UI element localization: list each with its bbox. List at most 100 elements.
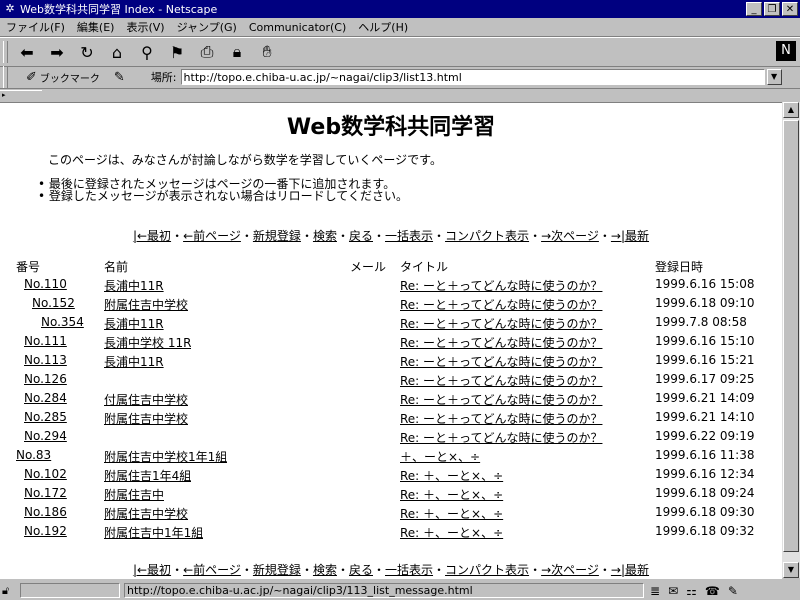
message-number-link[interactable]: No.111 bbox=[24, 334, 67, 348]
menu-file[interactable]: ファイル(F) bbox=[0, 19, 71, 35]
discussion-icon[interactable]: ⚏ bbox=[686, 584, 697, 598]
nav-first[interactable]: |←最初 bbox=[133, 563, 171, 577]
message-number-link[interactable]: No.284 bbox=[24, 391, 67, 405]
scroll-up-icon[interactable]: ▲ bbox=[783, 102, 799, 118]
url-input[interactable]: http://topo.e.chiba-u.ac.jp/~nagai/clip3… bbox=[180, 69, 765, 85]
subject-link[interactable]: Re: ＋、ーと×、÷ bbox=[400, 505, 503, 522]
subject-link[interactable]: Re: ーと＋ってどんな時に使うのか？ bbox=[400, 334, 602, 351]
message-number-link[interactable]: No.102 bbox=[24, 467, 67, 481]
message-number-link[interactable]: No.354 bbox=[41, 315, 84, 329]
bullet-list: • 最後に登録されたメッセージはページの一番下に追加されます。 • 登録したメッ… bbox=[38, 178, 408, 202]
collapsed-toolbar-tab[interactable]: ▸ bbox=[0, 90, 42, 100]
author-name-link[interactable]: 長浦中11R bbox=[104, 353, 164, 370]
nav-back[interactable]: 戻る bbox=[349, 563, 373, 577]
nav-prev[interactable]: ←前ページ bbox=[183, 563, 241, 577]
security-lock-icon[interactable]: 🔓︎ bbox=[2, 584, 16, 598]
author-name-link[interactable]: 長浦中11R bbox=[104, 277, 164, 294]
nav-first[interactable]: |←最初 bbox=[133, 229, 171, 243]
subject-link[interactable]: Re: ーと＋ってどんな時に使うのか？ bbox=[400, 277, 602, 294]
status-message: http://topo.e.chiba-u.ac.jp/~nagai/clip3… bbox=[124, 583, 644, 598]
subject-link[interactable]: Re: ーと＋ってどんな時に使うのか？ bbox=[400, 315, 602, 332]
stop-icon[interactable]: ✋︎ bbox=[252, 40, 282, 64]
nav-next[interactable]: →次ページ bbox=[541, 229, 599, 243]
subject-link[interactable]: Re: ーと＋ってどんな時に使うのか？ bbox=[400, 391, 602, 408]
author-name-link[interactable]: 附属住吉中学校 bbox=[104, 296, 188, 313]
navigator-icon[interactable]: ≣ bbox=[650, 584, 660, 598]
mail-icon[interactable]: ✉ bbox=[668, 584, 678, 598]
toolbar-grip[interactable] bbox=[3, 41, 8, 63]
author-name-link[interactable]: 長浦中学校 11R bbox=[104, 334, 191, 351]
reload-icon[interactable]: ↻ bbox=[72, 40, 102, 64]
menu-communicator[interactable]: Communicator(C) bbox=[243, 21, 352, 34]
subject-link[interactable]: Re: ーと＋ってどんな時に使うのか？ bbox=[400, 296, 602, 313]
message-number-link[interactable]: No.110 bbox=[24, 277, 67, 291]
subject-link[interactable]: Re: ーと＋ってどんな時に使うのか？ bbox=[400, 410, 602, 427]
nav-compact[interactable]: コンパクト表示 bbox=[445, 229, 529, 243]
table-row: No.186 附属住吉中学校 Re: ＋、ーと×、÷ 1999.6.18 09:… bbox=[0, 505, 782, 524]
author-name-link[interactable]: 附属住吉中 bbox=[104, 486, 164, 503]
nav-latest[interactable]: →|最新 bbox=[611, 229, 649, 243]
nav-latest[interactable]: →|最新 bbox=[611, 563, 649, 577]
subject-link[interactable]: Re: ＋、ーと×、÷ bbox=[400, 467, 503, 484]
message-number-link[interactable]: No.294 bbox=[24, 429, 67, 443]
author-name-link[interactable]: 附属住吉中学校 bbox=[104, 410, 188, 427]
nav-back[interactable]: 戻る bbox=[349, 229, 373, 243]
nav-search[interactable]: 検索 bbox=[313, 563, 337, 577]
menu-help[interactable]: ヘルプ(H) bbox=[352, 19, 414, 35]
author-name-link[interactable]: 附属住吉1年4組 bbox=[104, 467, 191, 484]
menu-view[interactable]: 表示(V) bbox=[120, 19, 170, 35]
message-number-link[interactable]: No.113 bbox=[24, 353, 67, 367]
nav-next[interactable]: →次ページ bbox=[541, 563, 599, 577]
location-grip[interactable] bbox=[3, 66, 8, 88]
forward-icon[interactable]: ➡ bbox=[42, 40, 72, 64]
author-name-link[interactable]: 長浦中11R bbox=[104, 315, 164, 332]
message-number-link[interactable]: No.192 bbox=[24, 524, 67, 538]
close-button[interactable]: ✕ bbox=[782, 2, 798, 16]
message-number-link[interactable]: No.152 bbox=[32, 296, 75, 310]
bookmarks-button[interactable]: ✐ ブックマーク bbox=[26, 70, 100, 85]
message-number-link[interactable]: No.285 bbox=[24, 410, 67, 424]
nav-new[interactable]: 新規登録 bbox=[253, 563, 301, 577]
header-subject: タイトル bbox=[400, 260, 449, 274]
subject-link[interactable]: Re: ーと＋ってどんな時に使うのか？ bbox=[400, 372, 602, 389]
subject-link[interactable]: Re: ーと＋ってどんな時に使うのか？ bbox=[400, 353, 602, 370]
scroll-down-icon[interactable]: ▼ bbox=[783, 562, 799, 578]
address-book-icon[interactable]: ☎ bbox=[705, 584, 720, 598]
print-icon[interactable]: ⎙ bbox=[192, 40, 222, 64]
author-name-link[interactable]: 付属住吉中学校 bbox=[104, 391, 188, 408]
intro-text: このページは、みなさんが討論しながら数学を学習していくページです。 bbox=[48, 153, 442, 167]
author-name-link[interactable]: 附属住吉中学校 bbox=[104, 505, 188, 522]
search-icon[interactable]: ⚲ bbox=[132, 40, 162, 64]
vertical-scrollbar[interactable]: ▲ ▼ bbox=[782, 102, 800, 578]
subject-link[interactable]: Re: ーと＋ってどんな時に使うのか？ bbox=[400, 429, 602, 446]
nav-bulk[interactable]: 一括表示 bbox=[385, 229, 433, 243]
message-number-link[interactable]: No.126 bbox=[24, 372, 67, 386]
nav-new[interactable]: 新規登録 bbox=[253, 229, 301, 243]
page-proxy-icon[interactable]: ✎ bbox=[114, 70, 125, 85]
message-number-link[interactable]: No.172 bbox=[24, 486, 67, 500]
nav-compact[interactable]: コンパクト表示 bbox=[445, 563, 529, 577]
message-number-link[interactable]: No.186 bbox=[24, 505, 67, 519]
maximize-button[interactable]: ❐ bbox=[764, 2, 780, 16]
bookmarks-label: ブックマーク bbox=[39, 73, 100, 85]
back-icon[interactable]: ⬅ bbox=[12, 40, 42, 64]
nav-bulk[interactable]: 一括表示 bbox=[385, 563, 433, 577]
composer-icon[interactable]: ✎ bbox=[728, 584, 738, 598]
subject-link[interactable]: ＋、ーと×、÷ bbox=[400, 448, 480, 465]
url-dropdown-icon[interactable]: ▼ bbox=[766, 69, 782, 85]
minimize-button[interactable]: _ bbox=[746, 2, 762, 16]
subject-link[interactable]: Re: ＋、ーと×、÷ bbox=[400, 524, 503, 541]
nav-prev[interactable]: ←前ページ bbox=[183, 229, 241, 243]
guide-icon[interactable]: ⚑ bbox=[162, 40, 192, 64]
message-number-link[interactable]: No.83 bbox=[16, 448, 51, 462]
menu-go[interactable]: ジャンプ(G) bbox=[171, 19, 243, 35]
nav-search[interactable]: 検索 bbox=[313, 229, 337, 243]
scroll-thumb[interactable] bbox=[783, 120, 799, 552]
security-icon[interactable]: 🔒︎ bbox=[222, 40, 252, 64]
post-date: 1999.6.16 12:34 bbox=[655, 467, 755, 481]
author-name-link[interactable]: 附属住吉中1年1組 bbox=[104, 524, 203, 541]
subject-link[interactable]: Re: ＋、ーと×、÷ bbox=[400, 486, 503, 503]
menu-edit[interactable]: 編集(E) bbox=[71, 19, 121, 35]
home-icon[interactable]: ⌂ bbox=[102, 40, 132, 64]
author-name-link[interactable]: 附属住吉中学校1年1組 bbox=[104, 448, 227, 465]
